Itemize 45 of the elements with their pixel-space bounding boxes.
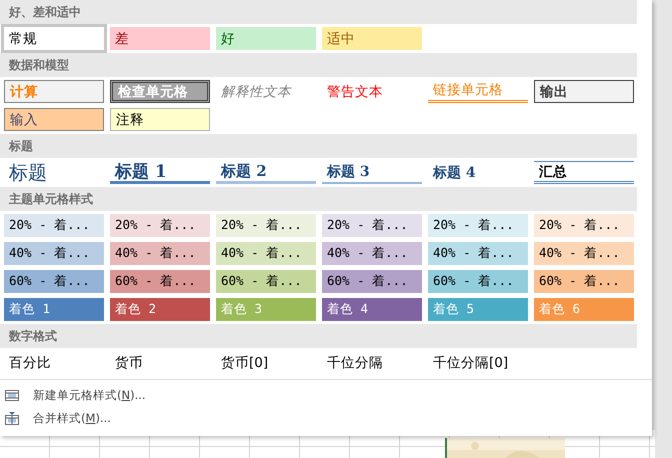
- section-header: 数据和模型: [0, 53, 637, 77]
- style-swatch[interactable]: 60% - 着...: [216, 270, 316, 293]
- style-swatch[interactable]: 输出: [534, 80, 634, 103]
- style-swatch[interactable]: 60% - 着...: [428, 270, 528, 293]
- style-swatch[interactable]: 解释性文本: [216, 80, 316, 103]
- style-swatch[interactable]: 千位分隔[0]: [428, 351, 528, 374]
- style-swatch[interactable]: 20% - 着...: [110, 214, 210, 237]
- style-swatch[interactable]: 好: [216, 27, 316, 50]
- menu-item[interactable]: 合并样式(M)...: [33, 411, 111, 426]
- menu-item[interactable]: 新建单元格样式(N)...: [33, 388, 146, 403]
- style-swatch[interactable]: 60% - 着...: [4, 270, 104, 293]
- style-swatch[interactable]: 60% - 着...: [534, 270, 634, 293]
- style-swatch[interactable]: 20% - 着...: [534, 214, 634, 237]
- section-header: 数字格式: [0, 324, 637, 348]
- style-swatch[interactable]: 货币: [110, 351, 210, 374]
- style-swatch[interactable]: 差: [110, 27, 210, 50]
- style-swatch[interactable]: 40% - 着...: [4, 242, 104, 265]
- style-swatch[interactable]: 着色 1: [4, 298, 104, 321]
- style-swatch[interactable]: 20% - 着...: [216, 214, 316, 237]
- style-swatch[interactable]: 百分比: [4, 351, 104, 374]
- style-swatch[interactable]: 20% - 着...: [428, 214, 528, 237]
- style-swatch[interactable]: 40% - 着...: [428, 242, 528, 265]
- style-swatch[interactable]: 输入: [4, 108, 104, 131]
- style-swatch[interactable]: 适中: [322, 27, 422, 50]
- style-swatch[interactable]: 注释: [110, 108, 210, 131]
- section-header: 主题单元格样式: [0, 187, 637, 211]
- style-swatch[interactable]: 60% - 着...: [110, 270, 210, 293]
- style-swatch[interactable]: 40% - 着...: [110, 242, 210, 265]
- style-swatch[interactable]: 40% - 着...: [534, 242, 634, 265]
- style-swatch[interactable]: 货币[0]: [216, 351, 316, 374]
- style-swatch[interactable]: 标题: [4, 161, 104, 184]
- style-swatch[interactable]: 标题 4: [428, 161, 528, 184]
- style-swatch[interactable]: 20% - 着...: [322, 214, 422, 237]
- style-swatch[interactable]: 40% - 着...: [216, 242, 316, 265]
- style-swatch[interactable]: 警告文本: [322, 80, 422, 103]
- section-header: 好、差和适中: [0, 0, 637, 24]
- style-swatch[interactable]: 60% - 着...: [322, 270, 422, 293]
- style-swatch[interactable]: 着色 4: [322, 298, 422, 321]
- style-swatch[interactable]: 千位分隔: [322, 351, 422, 374]
- style-swatch[interactable]: 着色 2: [110, 298, 210, 321]
- style-swatch[interactable]: 20% - 着...: [4, 214, 104, 237]
- style-swatch[interactable]: 40% - 着...: [322, 242, 422, 265]
- merge-table-icon: [5, 412, 19, 425]
- table-icon: [5, 389, 19, 402]
- section-header: 标题: [0, 134, 637, 158]
